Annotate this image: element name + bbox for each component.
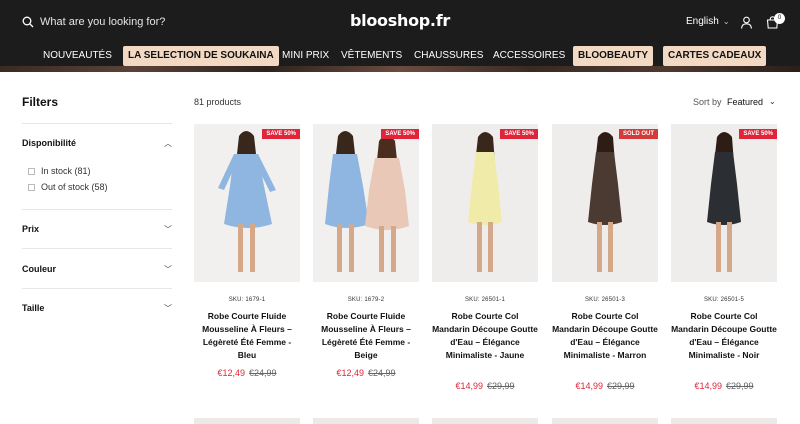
compare-price: €24,99 xyxy=(249,368,277,378)
account-icon[interactable] xyxy=(740,16,753,29)
sale-price: €14,99 xyxy=(575,381,603,391)
product-image[interactable] xyxy=(671,418,777,424)
product-image[interactable] xyxy=(552,418,658,424)
product-sku: SKU: 26501-3 xyxy=(584,297,626,303)
chevron-down-icon: ﹀ xyxy=(164,225,172,234)
divider xyxy=(22,288,172,289)
compare-price: €29,99 xyxy=(487,381,515,391)
product-image[interactable] xyxy=(552,124,658,282)
nav-item-vetements[interactable]: VÊTEMENTS xyxy=(341,46,402,66)
chevron-down-icon[interactable]: ⌄ xyxy=(769,97,776,106)
chevron-down-icon: ﹀ xyxy=(164,265,172,274)
product-card[interactable]: SAVE 50% SKU: 26501-5 Robe Courte Col Ma… xyxy=(671,124,777,392)
chevron-down-icon: ⌄ xyxy=(722,17,730,26)
sale-price: €14,99 xyxy=(455,381,483,391)
checkbox[interactable] xyxy=(28,183,35,191)
language-selector[interactable]: English ⌄ xyxy=(686,16,730,27)
top-header: blooshop.fr English ⌄ 0 xyxy=(0,0,800,46)
product-sku: SKU: 26501-5 xyxy=(703,297,745,303)
product-title[interactable]: Robe Courte Col Mandarin Découpe Goutte … xyxy=(432,310,538,362)
nav-item-mini-prix[interactable]: MINI PRIX xyxy=(282,46,329,66)
filter-price[interactable]: Prix ﹀ xyxy=(22,224,172,234)
nav-item-accessoires[interactable]: ACCESSOIRES xyxy=(493,46,565,66)
product-card[interactable]: SAVE 50% SKU: 1679-2 Robe Courte Fluide … xyxy=(313,124,419,392)
product-sku: SKU: 26501-1 xyxy=(464,297,506,303)
product-title[interactable]: Robe Courte Col Mandarin Découpe Goutte … xyxy=(552,310,658,362)
divider xyxy=(22,209,172,210)
nav-item-bloobeauty[interactable]: BLOOBEAUTY xyxy=(573,46,653,66)
site-logo[interactable]: blooshop.fr xyxy=(340,11,460,30)
filter-option-out-of-stock[interactable]: Out of stock (58) xyxy=(28,182,108,192)
nav-item-selection-soukaina[interactable]: LA SELECTION DE SOUKAINA xyxy=(123,46,279,66)
main-nav: NOUVEAUTÉS LA SELECTION DE SOUKAINA MINI… xyxy=(0,46,800,66)
product-sku: SKU: 1679-1 xyxy=(228,297,266,303)
filter-option-in-stock[interactable]: In stock (81) xyxy=(28,166,91,176)
product-price: €12,49 €24,99 xyxy=(313,368,419,378)
sale-price: €12,49 xyxy=(217,368,245,378)
filter-availability[interactable]: Disponibilité ︿ xyxy=(22,138,172,148)
product-title[interactable]: Robe Courte Col Mandarin Découpe Goutte … xyxy=(671,310,777,362)
product-count: 81 products xyxy=(194,97,242,107)
chevron-up-icon: ︿ xyxy=(164,139,172,148)
compare-price: €29,99 xyxy=(607,381,635,391)
sort-label: Sort by xyxy=(693,97,722,107)
option-label: In stock (81) xyxy=(41,166,91,176)
product-card[interactable]: SOLD OUT SKU: 26501-3 Robe Courte Col Ma… xyxy=(552,124,658,392)
checkbox[interactable] xyxy=(28,167,35,175)
filter-size-label: Taille xyxy=(22,303,45,313)
product-sku: SKU: 1679-2 xyxy=(347,297,385,303)
search-icon[interactable] xyxy=(22,16,34,28)
product-image[interactable] xyxy=(671,124,777,282)
compare-price: €29,99 xyxy=(726,381,754,391)
product-price: €14,99 €29,99 xyxy=(671,381,777,391)
filter-color-label: Couleur xyxy=(22,264,57,274)
divider xyxy=(22,248,172,249)
option-label: Out of stock (58) xyxy=(41,182,108,192)
product-card[interactable]: SAVE 50% SKU: 1679-1 Robe Courte Fluide … xyxy=(194,124,300,392)
nav-item-nouveautes[interactable]: NOUVEAUTÉS xyxy=(43,46,112,66)
nav-item-chaussures[interactable]: CHAUSSURES xyxy=(414,46,483,66)
sold-out-badge: SOLD OUT xyxy=(619,129,658,139)
product-image[interactable] xyxy=(432,418,538,424)
hero-banner-edge xyxy=(0,66,800,72)
sort-dropdown[interactable]: Featured xyxy=(727,97,763,107)
sale-badge: SAVE 50% xyxy=(500,129,538,139)
sale-price: €14,99 xyxy=(694,381,722,391)
sale-price: €12,49 xyxy=(336,368,364,378)
product-image[interactable] xyxy=(313,124,419,282)
product-title[interactable]: Robe Courte Fluide Mousseline À Fleurs –… xyxy=(313,310,419,362)
search-input[interactable] xyxy=(40,14,300,30)
compare-price: €24,99 xyxy=(368,368,396,378)
product-image[interactable] xyxy=(194,418,300,424)
filter-price-label: Prix xyxy=(22,224,40,234)
product-image[interactable] xyxy=(313,418,419,424)
nav-item-cartes-cadeaux[interactable]: CARTES CADEAUX xyxy=(663,46,767,66)
filter-availability-label: Disponibilité xyxy=(22,138,76,148)
product-card[interactable]: SAVE 50% SKU: 26501-1 Robe Courte Col Ma… xyxy=(432,124,538,392)
product-image[interactable] xyxy=(432,124,538,282)
product-price: €14,99 €29,99 xyxy=(432,381,538,391)
product-price: €12,49 €24,99 xyxy=(194,368,300,378)
filter-color[interactable]: Couleur ﹀ xyxy=(22,264,172,274)
product-price: €14,99 €29,99 xyxy=(552,381,658,391)
divider xyxy=(22,123,172,124)
filters-title: Filters xyxy=(22,95,59,109)
sale-badge: SAVE 50% xyxy=(381,129,419,139)
language-label: English xyxy=(686,16,719,27)
product-title[interactable]: Robe Courte Fluide Mousseline À Fleurs –… xyxy=(194,310,300,362)
sale-badge: SAVE 50% xyxy=(739,129,777,139)
chevron-down-icon: ﹀ xyxy=(164,304,172,313)
sale-badge: SAVE 50% xyxy=(262,129,300,139)
cart-count-badge: 0 xyxy=(774,13,785,24)
filter-size[interactable]: Taille ﹀ xyxy=(22,303,172,313)
product-image[interactable] xyxy=(194,124,300,282)
